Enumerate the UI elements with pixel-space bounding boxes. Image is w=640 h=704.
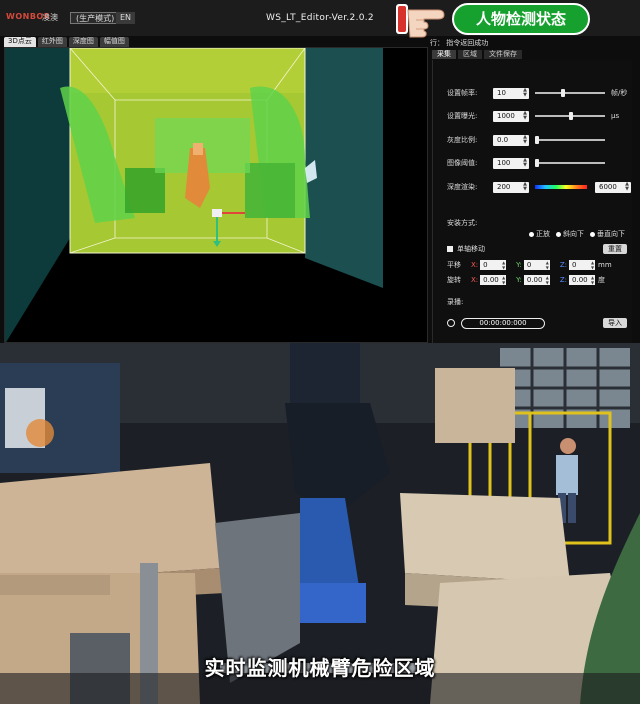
depth-min-input[interactable]: 200 ▲ ▼	[493, 181, 529, 193]
image-threshold-input[interactable]: 100 ▲ ▼	[493, 157, 529, 169]
gray-ratio-input[interactable]: 0.0 ▲ ▼	[493, 134, 529, 146]
record-timer: 00:00:00:000	[461, 317, 545, 329]
install-tilt-down-radio[interactable]: 斜向下	[556, 229, 584, 239]
gray-ratio-slider[interactable]	[535, 136, 605, 144]
depth-color-gradient[interactable]	[535, 185, 587, 189]
settings-panel: 设置帧率: 10 ▲ ▼ 帧/秒 设置曝光: 1000 ▲ ▼ μs 灰度比例: 0.0…	[432, 60, 632, 343]
tab-depth[interactable]: 深度图	[68, 37, 98, 47]
factory-camera-photo	[0, 343, 640, 704]
frustum-right-plane	[305, 48, 383, 288]
tab-capture[interactable]: 采集	[432, 50, 456, 59]
depth-render-label: 深度渲染:	[447, 183, 478, 191]
depth-render-row: 深度渲染: 200 ▲ ▼ 6000 ▲ ▼	[447, 181, 631, 193]
record-label: 录播:	[447, 298, 464, 306]
tab-file-save[interactable]: 文件保存	[484, 50, 522, 59]
translate-unit: mm	[598, 261, 612, 269]
rotate-x-input[interactable]: 0.00 ▲ ▼	[480, 275, 507, 285]
person-detection-status-badge: 人物检测状态	[452, 3, 590, 35]
view-tabs: 3D点云 红外图 深度图 幅值图	[4, 37, 129, 47]
frame-rate-label: 设置帧率:	[447, 89, 478, 97]
exposure-row: 设置曝光: 1000 ▲ ▼ μs	[447, 110, 619, 122]
tab-amplitude[interactable]: 幅值图	[99, 37, 129, 47]
tab-point-cloud[interactable]: 3D点云	[4, 37, 36, 47]
point-cloud-viewport[interactable]	[4, 47, 428, 343]
rotate-y-input[interactable]: 0.00 ▲ ▼	[523, 275, 550, 285]
frame-rate-unit: 帧/秒	[611, 89, 628, 97]
exposure-label: 设置曝光:	[447, 112, 478, 120]
single-axis-label: 单轴移动	[457, 245, 485, 253]
gray-ratio-row: 灰度比例: 0.0 ▲ ▼	[447, 134, 605, 146]
reset-button[interactable]: 重置	[603, 244, 627, 254]
point-cloud-render	[5, 48, 383, 342]
image-threshold-row: 图像阈值: 100 ▲ ▼	[447, 157, 605, 169]
single-axis-row: 单轴移动 重置	[447, 243, 627, 255]
record-button[interactable]	[447, 319, 455, 327]
install-vertical-down-radio[interactable]: 垂直向下	[590, 229, 625, 239]
frustum-left-plane	[5, 48, 70, 342]
rotate-row: 旋转 X: 0.00 ▲ ▼ Y: 0.00 ▲ ▼ Z: 0.00 ▲ ▼ 度	[447, 275, 606, 285]
depth-max-input[interactable]: 6000 ▲ ▼	[595, 181, 631, 193]
rotate-z-input[interactable]: 0.00 ▲ ▼	[569, 275, 596, 285]
frame-rate-slider[interactable]	[535, 89, 605, 97]
editor-window: WONBOR 凌澳 (生产模式) EN WS_LT_Editor-Ver.2.0…	[0, 0, 640, 343]
exposure-slider[interactable]	[535, 112, 605, 120]
install-mode-label: 安装方式:	[447, 219, 478, 227]
rotate-label: 旋转	[447, 276, 461, 284]
tab-infrared[interactable]: 红外图	[37, 37, 67, 47]
translate-y-input[interactable]: 0 ▲ ▼	[523, 260, 550, 270]
factory-scene	[0, 343, 640, 704]
video-caption: 实时监测机械臂危险区域	[204, 656, 436, 680]
translate-x-input[interactable]: 0 ▲ ▼	[480, 260, 507, 270]
translate-label: 平移	[447, 261, 461, 269]
single-axis-checkbox[interactable]	[447, 246, 453, 252]
tab-region[interactable]: 区域	[458, 50, 482, 59]
gray-ratio-label: 灰度比例:	[447, 136, 478, 144]
frame-rate-row: 设置帧率: 10 ▲ ▼ 帧/秒	[447, 87, 627, 99]
translate-row: 平移 X: 0 ▲ ▼ Y: 0 ▲ ▼ Z: 0 ▲ ▼ mm	[447, 260, 612, 270]
frame-rate-input[interactable]: 10 ▲ ▼	[493, 87, 529, 99]
rotate-unit: 度	[598, 276, 606, 284]
image-threshold-slider[interactable]	[535, 159, 605, 167]
image-threshold-label: 图像阈值:	[447, 159, 478, 167]
translate-z-input[interactable]: 0 ▲ ▼	[569, 260, 596, 270]
exposure-unit: μs	[611, 112, 620, 120]
install-upright-radio[interactable]: 正放	[529, 229, 550, 239]
panel-tabs: 采集 区域 文件保存	[432, 50, 522, 59]
pointing-hand-icon	[396, 4, 445, 38]
exposure-input[interactable]: 1000 ▲ ▼	[493, 110, 529, 122]
import-button[interactable]: 导入	[603, 318, 627, 328]
install-mode-options: 正放 斜向下 垂直向下	[529, 228, 631, 240]
record-row: 00:00:00:000 导入	[447, 317, 627, 329]
